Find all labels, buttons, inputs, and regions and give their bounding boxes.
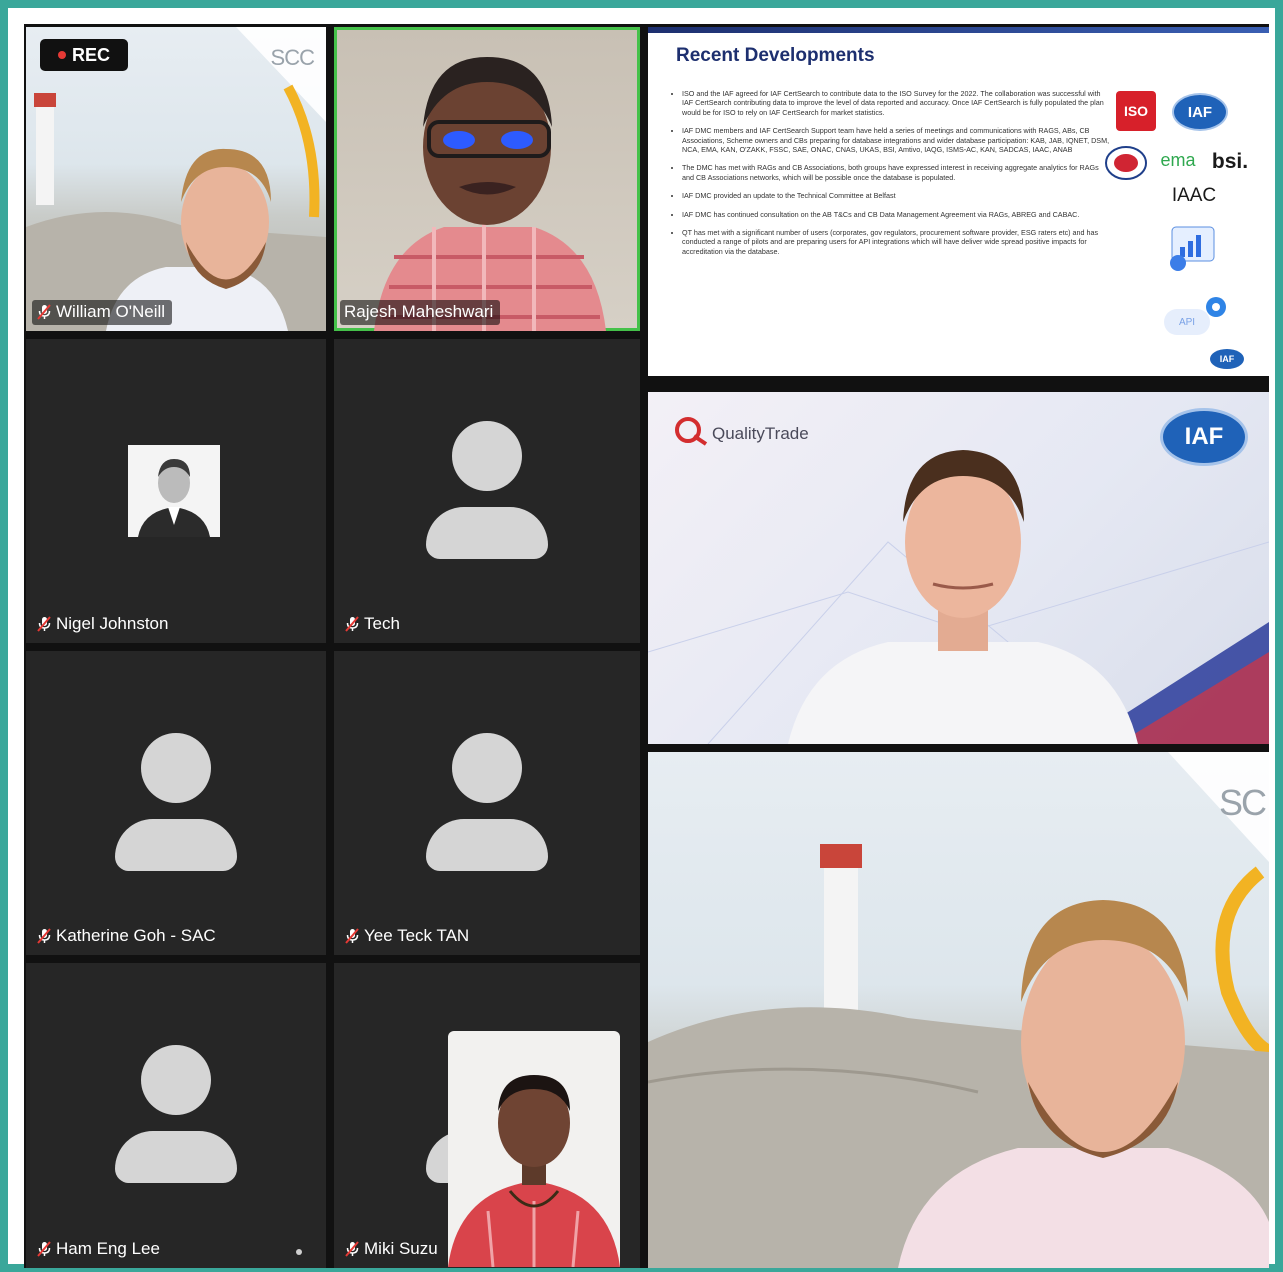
- video-tile-miki[interactable]: Miki Suzu: [334, 963, 640, 1268]
- avatar-placeholder-body-icon: [115, 1131, 237, 1183]
- participant-name: William O'Neill: [56, 302, 166, 321]
- video-tile-katherine[interactable]: Katherine Goh - SAC: [26, 651, 326, 955]
- analytics-chart-icon: [1170, 226, 1215, 271]
- iso-logo: ISO: [1116, 91, 1156, 131]
- slide-bullet: IAF DMC provided an update to the Techni…: [682, 191, 1112, 200]
- participant-name: Nigel Johnston: [56, 614, 169, 633]
- mic-muted-icon: [37, 928, 51, 944]
- shared-slide-panel[interactable]: Recent Developments ISO and the IAF agre…: [648, 27, 1269, 376]
- iaf-small-logo: IAF: [1210, 349, 1244, 369]
- participant-name: Yee Teck TAN: [364, 926, 470, 945]
- video-tile-ham-eng[interactable]: Ham Eng Lee: [26, 963, 326, 1268]
- gear-icon: [1206, 297, 1226, 317]
- participant-name-tag: Tech: [340, 612, 407, 637]
- ema-logo: ema: [1160, 149, 1196, 170]
- participant-profile-photo: [128, 445, 220, 537]
- video-tile-william-large[interactable]: SC: [648, 752, 1269, 1268]
- avatar-placeholder-head-icon: [452, 733, 522, 803]
- mic-muted-icon: [37, 304, 51, 320]
- slide-bullet: The DMC has met with RAGs and CB Associa…: [682, 163, 1112, 182]
- mic-muted-icon: [37, 1241, 51, 1257]
- video-tile-yee-teck[interactable]: Yee Teck TAN: [334, 651, 640, 955]
- participant-video-figure: [898, 900, 1269, 1268]
- slide-bullet: ISO and the IAF agreed for IAF CertSearc…: [682, 89, 1112, 117]
- mic-muted-icon: [345, 1241, 359, 1257]
- video-tile-qualitytrade-presenter[interactable]: QualityTrade IAF: [648, 392, 1269, 744]
- slide-title: Recent Developments: [676, 45, 875, 66]
- self-view-video[interactable]: [448, 1031, 620, 1267]
- participant-name-tag: William O'Neill: [32, 300, 173, 325]
- kab-seal-logo: [1105, 146, 1147, 180]
- participant-name: Miki Suzu: [364, 1239, 438, 1258]
- participant-name-tag: Miki Suzu: [340, 1237, 445, 1262]
- video-tile-william[interactable]: SCC REC William O'Neill: [26, 27, 326, 331]
- slide-header-bar: [648, 27, 1269, 33]
- participant-name-tag: Katherine Goh - SAC: [32, 924, 223, 949]
- participant-name: Katherine Goh - SAC: [56, 926, 216, 945]
- mic-muted-icon: [37, 616, 51, 632]
- self-view-figure: [448, 1075, 620, 1267]
- mic-muted-icon: [345, 928, 359, 944]
- participant-video-figure: [374, 57, 606, 331]
- video-call-gallery: SCC REC William O'Neill Rajesh Maheshwar…: [24, 24, 1269, 1268]
- recording-indicator: REC: [40, 39, 128, 71]
- profile-photo-figure: [138, 459, 210, 537]
- slide-bullet: IAF DMC members and IAF CertSearch Suppo…: [682, 126, 1112, 154]
- avatar-placeholder-head-icon: [141, 733, 211, 803]
- record-dot-icon: [57, 51, 66, 59]
- avatar-placeholder-body-icon: [426, 507, 548, 559]
- slide-bullet: IAF DMC has continued consultation on th…: [682, 210, 1112, 219]
- avatar-placeholder-body-icon: [426, 819, 548, 871]
- participant-name: Tech: [364, 614, 400, 633]
- slide-bullet-list: ISO and the IAF agreed for IAF CertSearc…: [662, 89, 1112, 265]
- participant-name-tag: Ham Eng Lee: [32, 1237, 167, 1262]
- recording-label: REC: [71, 44, 110, 65]
- avatar-placeholder-head-icon: [452, 421, 522, 491]
- slide-bullet: QT has met with a significant number of …: [682, 228, 1112, 256]
- page-dot-indicator[interactable]: [296, 1249, 302, 1255]
- participant-video-figure: [106, 148, 288, 331]
- video-tile-rajesh[interactable]: Rajesh Maheshwari: [334, 27, 640, 331]
- mic-muted-icon: [345, 616, 359, 632]
- avatar-placeholder-head-icon: [141, 1045, 211, 1115]
- participant-name: Ham Eng Lee: [56, 1239, 160, 1258]
- video-tile-tech[interactable]: Tech: [334, 339, 640, 643]
- api-label: API: [1178, 316, 1196, 328]
- participant-video-figure: [788, 450, 1138, 744]
- avatar-placeholder-body-icon: [115, 819, 237, 871]
- participant-name: Rajesh Maheshwari: [344, 302, 494, 321]
- iaf-logo: IAF: [1172, 93, 1228, 131]
- bsi-logo: bsi.: [1211, 150, 1249, 173]
- participant-name-tag: Yee Teck TAN: [340, 924, 476, 949]
- participant-name-tag: Rajesh Maheshwari: [340, 300, 501, 325]
- video-tile-nigel[interactable]: Nigel Johnston: [26, 339, 326, 643]
- iaac-logo: IAAC: [1171, 185, 1217, 206]
- participant-name-tag: Nigel Johnston: [32, 612, 175, 637]
